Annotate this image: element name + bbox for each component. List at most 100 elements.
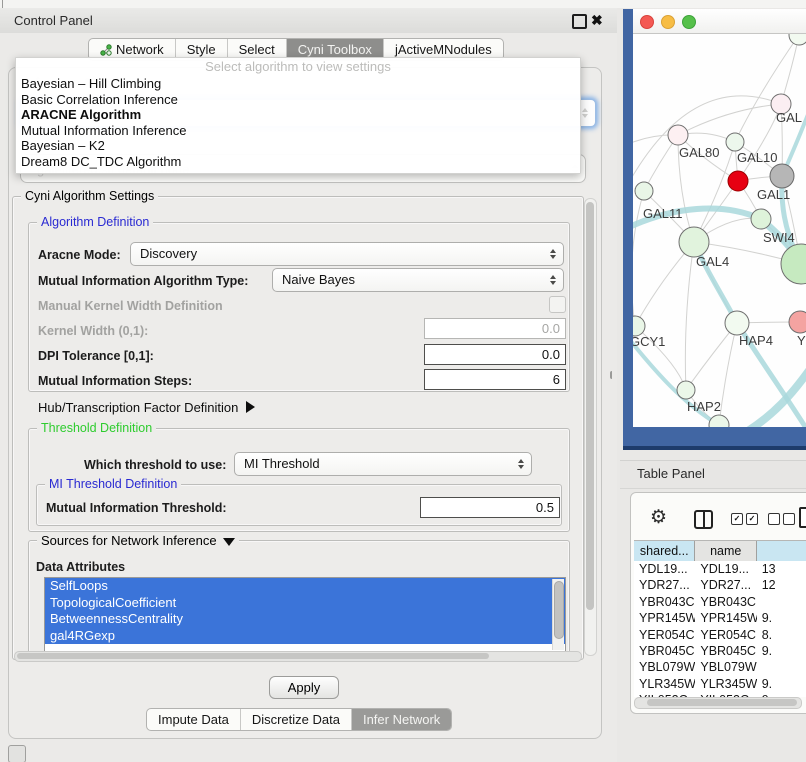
table-cell: YER054C <box>695 627 756 643</box>
panel-splitter-handle[interactable] <box>610 371 616 379</box>
network-node-gal80[interactable] <box>668 125 688 145</box>
table-cell: YBR043C <box>634 594 695 610</box>
column-header-name[interactable]: name <box>695 541 756 562</box>
which-threshold-label: Which threshold to use: <box>84 458 226 472</box>
sources-group-title[interactable]: Sources for Network Inference <box>37 533 239 548</box>
mi-algorithm-type-value: Naive Bayes <box>282 272 355 287</box>
table-row[interactable]: YLR345WYLR345W9. <box>634 676 806 692</box>
algorithm-dropdown-hint: Select algorithm to view settings <box>16 58 580 76</box>
dpi-tolerance-field[interactable]: 0.0 <box>424 344 566 365</box>
minimize-traffic-light-icon[interactable] <box>661 15 675 29</box>
deselect-all-checkboxes-icon[interactable] <box>768 513 795 525</box>
table-cell <box>757 594 806 610</box>
table-row[interactable]: YBL079WYBL079W <box>634 659 806 675</box>
columns-icon[interactable] <box>694 510 713 529</box>
data-attributes-list[interactable]: SelfLoopsTopologicalCoefficientBetweenne… <box>44 577 566 654</box>
mi-threshold-label: Mutual Information Threshold: <box>46 501 227 515</box>
network-node-hap2[interactable] <box>677 381 695 399</box>
close-icon[interactable]: ✖ <box>591 8 603 33</box>
network-view-canvas[interactable]: GALGAL80GAL10GAL1SWI4GAL11GAL4HAP4YGCY1H… <box>633 34 806 427</box>
algorithm-dropdown-items: Bayesian – Hill ClimbingBasic Correlatio… <box>16 76 580 170</box>
table-horizontal-scrollbar[interactable] <box>634 697 802 709</box>
expander-arrow-icon <box>246 401 255 413</box>
data-attribute-item[interactable]: BetweennessCentrality <box>45 611 565 628</box>
settings-hscroll-thumb[interactable] <box>17 653 489 659</box>
mi-threshold-field[interactable]: 0.5 <box>420 497 560 518</box>
tab-discretize-data[interactable]: Discretize Data <box>241 709 352 730</box>
attributes-scroll-thumb[interactable] <box>554 581 564 639</box>
table-cell: 13 <box>757 561 806 577</box>
kernel-width-field[interactable]: 0.0 <box>424 318 566 339</box>
table-cell: YBL079W <box>695 659 756 675</box>
table-cell: YLR345W <box>695 676 756 692</box>
table-cell: 8. <box>757 627 806 643</box>
network-node-y[interactable] <box>789 311 806 333</box>
gear-icon[interactable]: ⚙ <box>650 506 667 529</box>
apply-button[interactable]: Apply <box>269 676 339 699</box>
dpi-tolerance-label: DPI Tolerance [0,1]: <box>38 349 154 363</box>
table-cell <box>757 659 806 675</box>
control-panel-title: Control Panel <box>14 8 93 33</box>
data-attribute-item[interactable]: SelfLoops <box>45 578 565 595</box>
column-header-cut[interactable] <box>757 541 806 562</box>
combo-arrows-icon <box>550 275 556 285</box>
manual-kernel-width-checkbox[interactable] <box>549 296 566 313</box>
algorithm-option[interactable]: Bayesian – Hill Climbing <box>16 76 580 92</box>
algorithm-option[interactable]: Dream8 DC_TDC Algorithm <box>16 154 580 170</box>
table-cell: YPR145W <box>634 610 695 626</box>
export-table-icon[interactable] <box>799 507 806 528</box>
network-window-titlebar[interactable] <box>633 9 806 34</box>
table-row[interactable]: YER054CYER054C8. <box>634 627 806 643</box>
settings-vscroll-thumb[interactable] <box>586 202 594 610</box>
network-node-label: GAL <box>776 110 802 125</box>
kernel-width-label: Kernel Width (0,1): <box>38 324 148 338</box>
float-window-icon[interactable] <box>572 14 587 29</box>
table-row[interactable]: YDR27...YDR27...12 <box>634 577 806 593</box>
network-window-border-bottom <box>623 427 806 446</box>
network-node-swi4[interactable] <box>751 209 771 229</box>
network-node[interactable] <box>770 164 794 188</box>
network-window-border-edge <box>623 446 806 450</box>
tab-infer-network-label: Infer Network <box>363 709 440 730</box>
table-row[interactable]: YDL19...YDL19...13 <box>634 561 806 577</box>
table-row[interactable]: YPR145WYPR145W9. <box>634 610 806 626</box>
tab-infer-network[interactable]: Infer Network <box>352 709 451 730</box>
network-node-gal11[interactable] <box>635 182 653 200</box>
network-node-hap4[interactable] <box>725 311 749 335</box>
hub-definition-expander[interactable]: Hub/Transcription Factor Definition <box>38 400 255 415</box>
mi-steps-field[interactable]: 6 <box>424 369 566 390</box>
algorithm-option[interactable]: ARACNE Algorithm <box>16 107 580 123</box>
network-node-gal1[interactable] <box>728 171 748 191</box>
close-traffic-light-icon[interactable] <box>640 15 654 29</box>
attributes-list-scrollbar[interactable] <box>552 579 564 650</box>
data-attributes-label: Data Attributes <box>36 560 125 574</box>
which-threshold-select[interactable]: MI Threshold <box>234 452 532 476</box>
network-node-gal10[interactable] <box>726 133 744 151</box>
network-node[interactable] <box>781 244 806 284</box>
algorithm-option[interactable]: Bayesian – K2 <box>16 138 580 154</box>
network-node-gal4[interactable] <box>679 227 709 257</box>
settings-horizontal-scrollbar[interactable] <box>14 651 582 662</box>
bottom-left-mini-icon[interactable] <box>8 745 26 762</box>
table-panel-title: Table Panel <box>637 460 705 487</box>
data-attribute-item[interactable]: gal4RGexp <box>45 628 565 645</box>
select-all-checkboxes-icon[interactable]: ✓✓ <box>731 513 758 525</box>
table-cell: YDL19... <box>695 561 756 577</box>
table-row[interactable]: YBR045CYBR045C9. <box>634 643 806 659</box>
tab-discretize-data-label: Discretize Data <box>252 709 340 730</box>
table-row[interactable]: YBR043CYBR043C <box>634 594 806 610</box>
settings-vertical-scrollbar[interactable] <box>584 198 597 656</box>
data-attribute-item[interactable]: TopologicalCoefficient <box>45 595 565 612</box>
algorithm-option[interactable]: Basic Correlation Inference <box>16 92 580 108</box>
aracne-mode-value: Discovery <box>140 246 197 261</box>
zoom-traffic-light-icon[interactable] <box>682 15 696 29</box>
mi-algorithm-type-select[interactable]: Naive Bayes <box>272 268 564 292</box>
aracne-mode-select[interactable]: Discovery <box>130 242 564 266</box>
algorithm-option[interactable]: Mutual Information Inference <box>16 123 580 139</box>
mi-algorithm-type-label: Mutual Information Algorithm Type: <box>38 274 248 288</box>
tab-impute-data[interactable]: Impute Data <box>147 709 241 730</box>
network-node[interactable] <box>709 415 729 427</box>
column-header-shared-name[interactable]: shared... <box>634 541 695 562</box>
table-hscroll-thumb[interactable] <box>647 699 797 706</box>
network-node[interactable] <box>789 34 806 45</box>
